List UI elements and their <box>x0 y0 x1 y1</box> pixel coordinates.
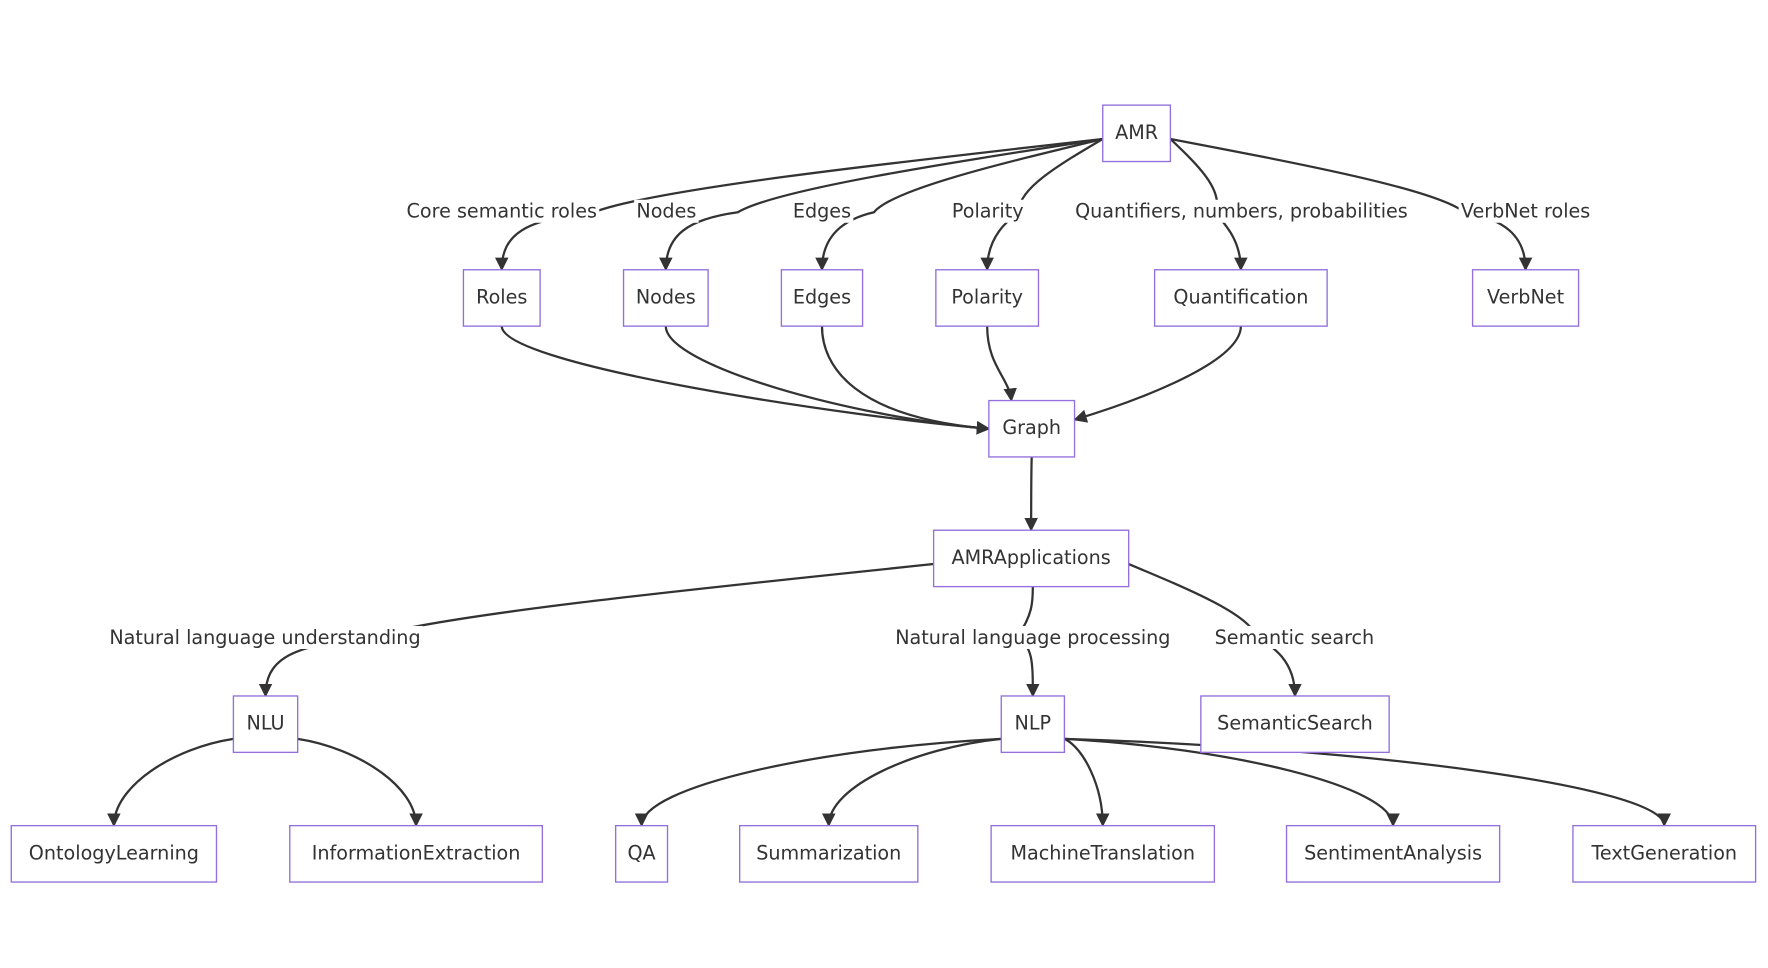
node-graph[interactable]: Graph <box>988 399 1076 458</box>
node-polarity[interactable]: Polarity <box>935 269 1040 327</box>
edge-label-text: Core semantic roles <box>407 200 597 223</box>
edge-label: Core semantic roles <box>404 199 600 223</box>
edge-label-text: Semantic search <box>1215 626 1375 649</box>
edge-label-text: Polarity <box>952 200 1024 223</box>
node-machine-translation[interactable]: MachineTranslation <box>990 824 1216 883</box>
node-amr[interactable]: AMR <box>1102 104 1172 163</box>
node-verb-net[interactable]: VerbNet <box>1471 269 1580 327</box>
node-label: SemanticSearch <box>1217 712 1373 735</box>
edge-label-text: Natural language understanding <box>109 626 420 649</box>
node-edges[interactable]: Edges <box>780 269 864 327</box>
node-label: NLP <box>1015 712 1052 735</box>
node-label: AMRApplications <box>952 546 1111 569</box>
node-label: Quantification <box>1173 285 1308 308</box>
node-label: Nodes <box>636 285 696 308</box>
node-quantification[interactable]: Quantification <box>1153 269 1328 327</box>
edge-nlu-to-information-extraction <box>297 737 423 828</box>
node-label: Summarization <box>756 841 901 864</box>
edge-label-text: Nodes <box>636 200 696 223</box>
node-amrapplications[interactable]: AMRApplications <box>932 529 1130 588</box>
edge-nlu-to-ontology-learning <box>107 737 234 828</box>
node-ontology-learning[interactable]: OntologyLearning <box>10 824 218 883</box>
edge-label: Semantic search <box>1212 625 1377 649</box>
node-information-extraction[interactable]: InformationExtraction <box>289 824 544 883</box>
node-roles[interactable]: Roles <box>462 269 541 327</box>
edge-label-text: Edges <box>793 200 851 223</box>
flowchart: Core semantic roles Nodes Edges Polarity Qua… <box>10 104 1757 883</box>
node-label: Roles <box>476 285 527 308</box>
edge-nodes-to-graph <box>664 326 991 435</box>
edge-polarity-to-graph <box>986 326 1017 402</box>
edge-label-text: Quantifiers, numbers, probabilities <box>1075 200 1408 223</box>
edge-graph-to-amrapplications <box>1024 456 1038 532</box>
node-label: QA <box>627 841 655 864</box>
node-label: OntologyLearning <box>29 841 199 864</box>
node-label: InformationExtraction <box>312 841 521 864</box>
node-semantic-search[interactable]: SemanticSearch <box>1200 695 1390 754</box>
edge-label: VerbNet roles <box>1458 199 1593 223</box>
edge-label: Natural language processing <box>892 625 1173 649</box>
edge-nlp-to-qa <box>634 737 1002 828</box>
node-nlu[interactable]: NLU <box>232 695 299 754</box>
edge-quantification-to-graph <box>1073 326 1242 423</box>
node-summarization[interactable]: Summarization <box>738 824 919 883</box>
node-nlp[interactable]: NLP <box>1000 695 1066 754</box>
edge-label-text: VerbNet roles <box>1461 200 1590 223</box>
node-text-generation[interactable]: TextGeneration <box>1572 824 1757 883</box>
edge-nlp-to-machine-translation <box>1063 737 1110 828</box>
node-label: Edges <box>793 285 851 308</box>
node-label: AMR <box>1115 121 1158 144</box>
node-label: MachineTranslation <box>1010 841 1195 864</box>
edge-label: Nodes <box>634 199 699 223</box>
node-sentiment-analysis[interactable]: SentimentAnalysis <box>1285 824 1501 883</box>
edge-label: Edges <box>790 199 854 223</box>
node-nodes[interactable]: Nodes <box>622 269 709 327</box>
edge-label: Polarity <box>949 199 1026 223</box>
node-label: Polarity <box>951 285 1023 308</box>
edges-layer <box>107 137 1671 828</box>
node-label: NLU <box>246 712 284 735</box>
edge-label: Natural language understanding <box>107 625 423 649</box>
node-label: Graph <box>1002 416 1061 439</box>
node-label: TextGeneration <box>1590 841 1737 864</box>
node-label: VerbNet <box>1487 285 1565 308</box>
edge-label: Quantifiers, numbers, probabilities <box>1072 199 1411 223</box>
edge-labels-layer: Core semantic roles Nodes Edges Polarity Qua… <box>107 199 1593 649</box>
node-qa[interactable]: QA <box>614 824 669 883</box>
node-label: SentimentAnalysis <box>1304 841 1482 864</box>
edge-label-text: Natural language processing <box>895 626 1170 649</box>
